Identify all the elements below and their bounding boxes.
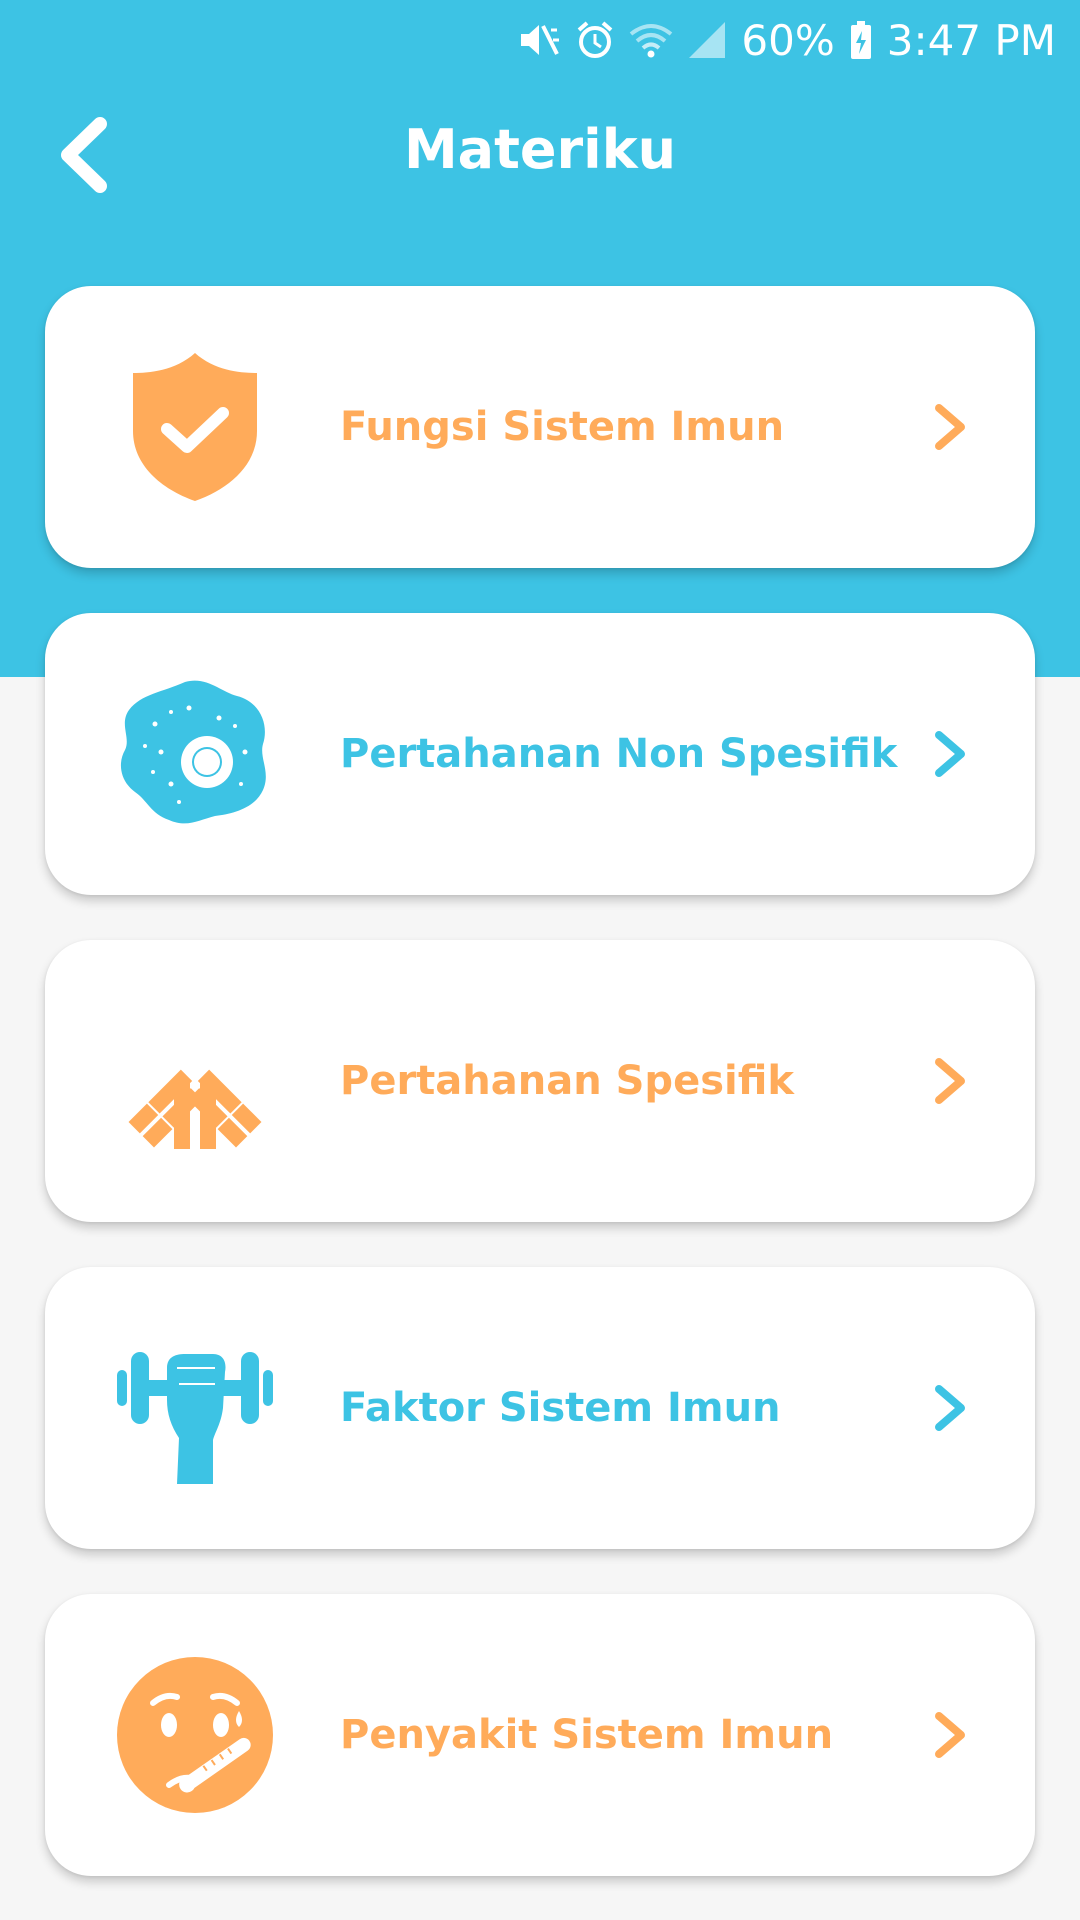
wifi-icon	[629, 20, 673, 60]
chevron-right-icon	[935, 1058, 965, 1104]
menu-item-label: Pertahanan Non Spesifik	[340, 731, 898, 777]
chevron-right-icon	[935, 1385, 965, 1431]
alarm-icon	[575, 20, 615, 60]
menu-item-fungsi-sistem-imun[interactable]: Fungsi Sistem Imun	[45, 286, 1035, 568]
status-icons: 60% 3:47 PM	[517, 10, 1056, 70]
signal-icon	[687, 20, 727, 60]
page-title: Materiku	[403, 118, 677, 181]
clock: 3:47 PM	[886, 15, 1056, 65]
chevron-right-icon	[935, 1712, 965, 1758]
battery-icon	[849, 20, 873, 60]
chevron-right-icon	[935, 731, 965, 777]
menu-item-label: Faktor Sistem Imun	[340, 1385, 781, 1431]
menu-item-pertahanan-non-spesifik[interactable]: Pertahanan Non Spesifik	[45, 613, 1035, 895]
menu-item-pertahanan-spesifik[interactable]: Pertahanan Spesifik	[45, 940, 1035, 1222]
menu-item-label: Penyakit Sistem Imun	[340, 1712, 834, 1758]
battery-percent: 60%	[741, 15, 835, 65]
chevron-right-icon	[935, 404, 965, 450]
antibody-icon	[115, 1001, 275, 1161]
menu-item-label: Pertahanan Spesifik	[340, 1058, 794, 1104]
sick-face-icon	[115, 1655, 275, 1815]
menu-item-label: Fungsi Sistem Imun	[340, 404, 785, 450]
menu-item-penyakit-sistem-imun[interactable]: Penyakit Sistem Imun	[45, 1594, 1035, 1876]
status-bar: 60% 3:47 PM	[0, 0, 1080, 80]
mute-vibrate-icon	[517, 20, 561, 60]
menu-item-faktor-sistem-imun[interactable]: Faktor Sistem Imun	[45, 1267, 1035, 1549]
shield-check-icon	[115, 347, 275, 507]
cell-icon	[115, 674, 275, 834]
dumbbell-hand-icon	[115, 1328, 275, 1488]
